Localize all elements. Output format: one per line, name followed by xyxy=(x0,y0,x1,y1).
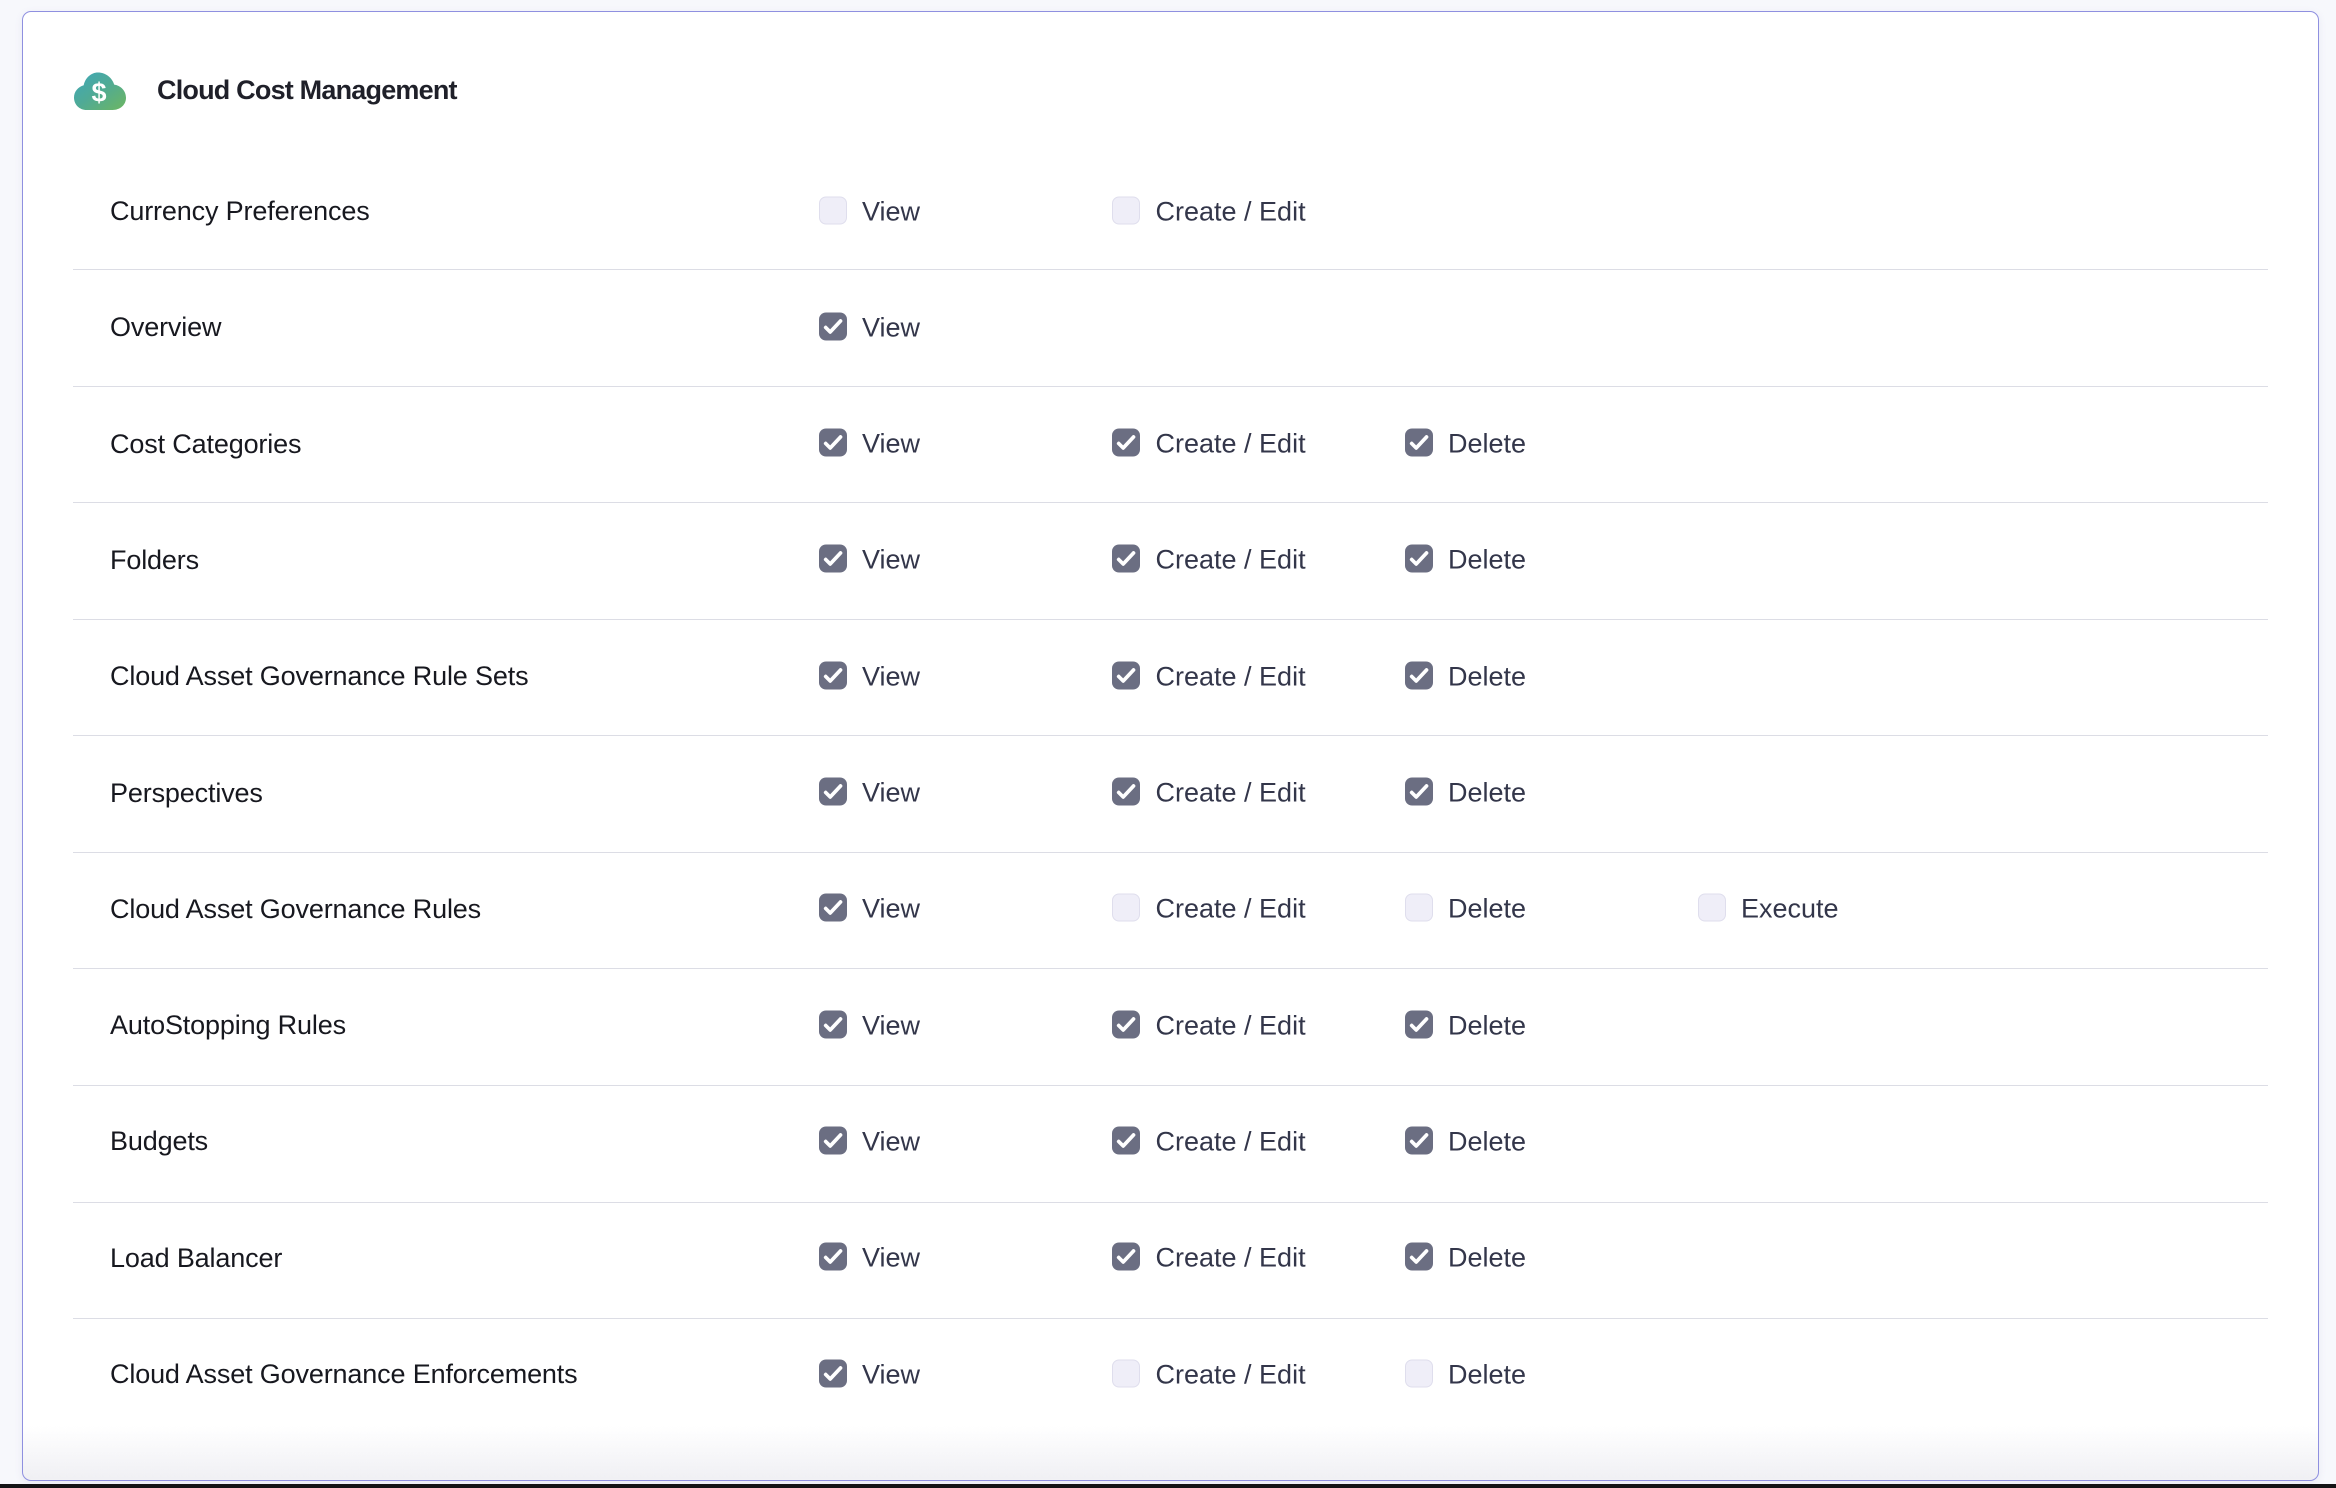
svg-text:$: $ xyxy=(91,78,106,108)
